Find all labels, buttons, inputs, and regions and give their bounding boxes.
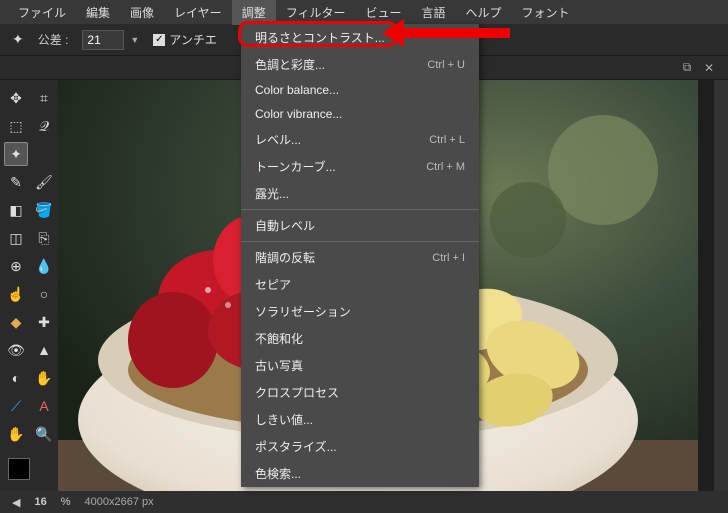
move-tool[interactable]: ✥	[4, 86, 28, 110]
menu-filter[interactable]: フィルター	[276, 0, 356, 25]
menu-item-label: レベル...	[255, 131, 301, 148]
menu-item-label: 露光...	[255, 185, 289, 202]
menu-item-label: セピア	[255, 276, 291, 293]
menu-item-label: Color vibrance...	[255, 107, 342, 121]
menu-item[interactable]: Color balance...	[241, 78, 479, 102]
adjust-dropdown: 明るさとコントラスト... 色調と彩度... Ctrl + U Color balan…	[241, 24, 479, 487]
menu-item[interactable]: レベル... Ctrl + L	[241, 126, 479, 153]
menu-help[interactable]: ヘルプ	[456, 0, 512, 25]
zoom-tool[interactable]: 🔍	[32, 422, 56, 446]
hand-tool[interactable]: ✋	[4, 422, 28, 446]
menu-item[interactable]: トーンカーブ... Ctrl + M	[241, 153, 479, 180]
menu-item[interactable]: 古い写真	[241, 352, 479, 379]
menu-item-shortcut: Ctrl + M	[426, 161, 465, 173]
menu-item[interactable]: 不飽和化	[241, 325, 479, 352]
menu-item[interactable]: ソラリゼーション	[241, 298, 479, 325]
menu-item[interactable]: 自動レベル	[241, 212, 479, 239]
menu-item-label: 不飽和化	[255, 330, 303, 347]
menubar: ファイル 編集 画像 レイヤー 調整 フィルター ビュー 言語 ヘルプ フォント	[0, 0, 728, 24]
menu-item-shortcut: Ctrl + L	[429, 134, 465, 146]
redeye-tool[interactable]: 👁	[4, 338, 28, 362]
menu-item[interactable]: 明るさとコントラスト...	[241, 24, 479, 51]
menu-separator	[241, 241, 479, 242]
menu-item-label: ソラリゼーション	[255, 303, 351, 320]
marquee-tool[interactable]: ⬚	[4, 114, 28, 138]
popout-icon[interactable]: ⧉	[680, 61, 694, 75]
menu-item-label: クロスプロセス	[255, 384, 339, 401]
dodge-tool[interactable]: ◐	[4, 366, 28, 390]
smudge-tool[interactable]: ☝	[4, 282, 28, 306]
heal-tool[interactable]: ✚	[32, 310, 56, 334]
stamp-tool[interactable]: ⊕	[4, 254, 28, 278]
menu-item[interactable]: 色検索...	[241, 460, 479, 487]
menu-item[interactable]: 色調と彩度... Ctrl + U	[241, 51, 479, 78]
brush-tool[interactable]: 🖌	[32, 170, 56, 194]
text-tool[interactable]: A	[32, 394, 56, 418]
menu-view[interactable]: ビュー	[355, 0, 411, 25]
checkbox-icon: ✓	[153, 34, 165, 46]
menu-item[interactable]: ポスタライズ...	[241, 433, 479, 460]
menu-item-shortcut: Ctrl + U	[427, 59, 465, 71]
menu-item[interactable]: しきい値...	[241, 406, 479, 433]
zoom-value: 16	[34, 496, 46, 508]
tolerance-label: 公差 :	[38, 31, 69, 48]
wand-icon: ✦	[12, 31, 24, 48]
menu-layer[interactable]: レイヤー	[164, 0, 232, 25]
sharpen-tool[interactable]: ▲	[32, 338, 56, 362]
nav-left-icon[interactable]: ◀	[12, 496, 20, 509]
menu-item[interactable]: セピア	[241, 271, 479, 298]
menu-item[interactable]: 露光...	[241, 180, 479, 207]
antialias-checkbox-wrap[interactable]: ✓ アンチエ	[153, 31, 217, 48]
menu-item-label: 古い写真	[255, 357, 303, 374]
menu-item-label: 色調と彩度...	[255, 56, 325, 73]
tolerance-input[interactable]	[82, 30, 124, 50]
color-swatch[interactable]	[8, 458, 30, 480]
menu-item-label: Color balance...	[255, 83, 339, 97]
eraser-tool[interactable]: ◧	[4, 198, 28, 222]
menu-item-label: 明るさとコントラスト...	[255, 29, 385, 46]
menu-font[interactable]: フォント	[512, 0, 580, 25]
menu-image[interactable]: 画像	[120, 0, 164, 25]
menu-item-label: 自動レベル	[255, 217, 315, 234]
status-bar: ◀ 16 % 4000x2667 px	[0, 491, 728, 513]
menu-language[interactable]: 言語	[411, 0, 455, 25]
pencil-tool[interactable]: ✎	[4, 170, 28, 194]
tolerance-dropdown-icon[interactable]: ▼	[130, 35, 139, 45]
tools-panel: ✥⌗⬚𝒬✦✎🖌◧🪣◫⎘⊕💧☝○◆✚👁▲◐✋⟋A✋🔍	[0, 80, 58, 491]
gradient-tool[interactable]: ◫	[4, 226, 28, 250]
burn-tool[interactable]: ✋	[32, 366, 56, 390]
menu-edit[interactable]: 編集	[76, 0, 120, 25]
menu-item-shortcut: Ctrl + I	[432, 252, 465, 264]
wand-tool[interactable]: ✦	[4, 142, 28, 166]
blur-tool[interactable]: 💧	[32, 254, 56, 278]
menu-adjust[interactable]: 調整	[232, 0, 276, 25]
menu-separator	[241, 209, 479, 210]
menu-item[interactable]: クロスプロセス	[241, 379, 479, 406]
antialias-label: アンチエ	[169, 31, 217, 48]
menu-item-label: ポスタライズ...	[255, 438, 337, 455]
zoom-unit: %	[61, 496, 71, 508]
image-dimensions: 4000x2667 px	[85, 496, 154, 508]
lasso-tool[interactable]: 𝒬	[32, 114, 56, 138]
spacer1[interactable]	[32, 142, 56, 166]
eyedropper-tool[interactable]: ⟋	[4, 394, 28, 418]
menu-item[interactable]: Color vibrance...	[241, 102, 479, 126]
menu-item-label: 階調の反転	[255, 249, 315, 266]
crop-tool[interactable]: ⌗	[32, 86, 56, 110]
bucket-tool[interactable]: 🪣	[32, 198, 56, 222]
menu-item-label: しきい値...	[255, 411, 313, 428]
menu-item[interactable]: 階調の反転 Ctrl + I	[241, 244, 479, 271]
close-tab-icon[interactable]: ✕	[702, 61, 716, 75]
sponge-tool[interactable]: ○	[32, 282, 56, 306]
shape-tool[interactable]: ◆	[4, 310, 28, 334]
menu-item-label: トーンカーブ...	[255, 158, 336, 175]
clone-tool[interactable]: ⎘	[32, 226, 56, 250]
vertical-scrollbar[interactable]	[714, 80, 728, 491]
menu-item-label: 色検索...	[255, 465, 301, 482]
menu-file[interactable]: ファイル	[8, 0, 76, 25]
